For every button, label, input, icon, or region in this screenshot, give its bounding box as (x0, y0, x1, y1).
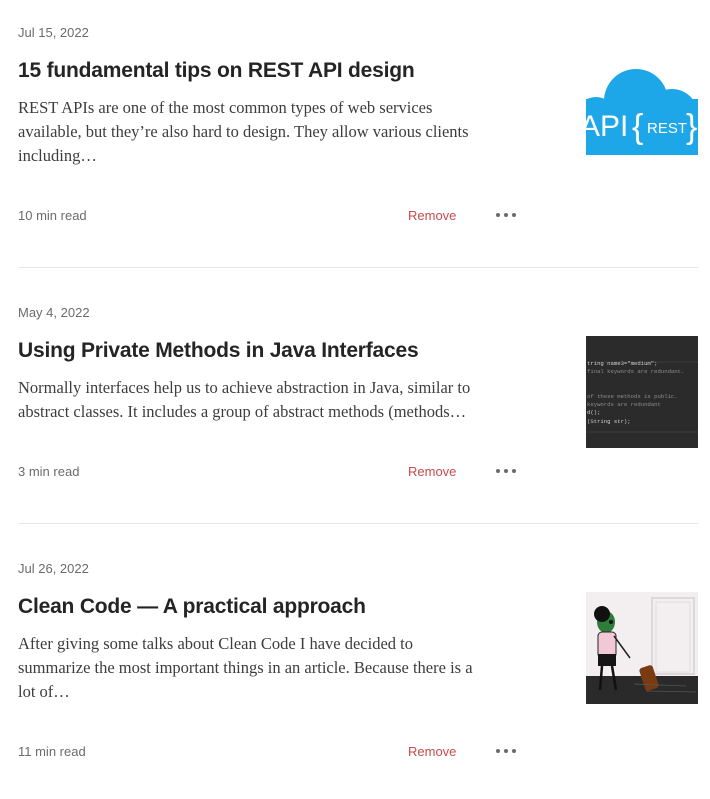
article-thumbnail[interactable] (586, 592, 698, 704)
article-date: Jul 26, 2022 (18, 561, 89, 576)
article-title[interactable]: Clean Code — A practical approach (18, 595, 538, 619)
excerpt-line: abstract classes. It includes a group of… (18, 402, 467, 421)
remove-button[interactable]: Remove (408, 744, 456, 759)
read-time: 11 min read (18, 744, 86, 759)
article-excerpt[interactable]: REST APIs are one of the most common typ… (18, 96, 523, 168)
excerpt-line: Normally interfaces help us to achieve a… (18, 378, 471, 397)
divider (18, 267, 698, 268)
article-thumbnail[interactable]: tring name3="medium"; final keywords are… (586, 336, 698, 448)
code-line: final keywords are redundant. (587, 368, 684, 375)
code-line: (String str); (587, 418, 631, 425)
more-options-icon[interactable] (496, 466, 516, 476)
read-time: 10 min read (18, 208, 87, 223)
more-options-icon[interactable] (496, 746, 516, 756)
article-date: May 4, 2022 (18, 305, 90, 320)
remove-button[interactable]: Remove (408, 464, 456, 479)
rest-api-cloud-image: API { REST } (586, 69, 698, 155)
excerpt-line: including… (18, 146, 97, 165)
clean-code-illustration (586, 592, 698, 704)
code-line: d(); (587, 409, 600, 416)
article-excerpt[interactable]: Normally interfaces help us to achieve a… (18, 376, 523, 424)
excerpt-line: REST APIs are one of the most common typ… (18, 98, 433, 117)
code-line: tring name3="medium"; (587, 360, 658, 367)
article-card: Jul 15, 2022 15 fundamental tips on REST… (18, 0, 698, 268)
excerpt-line: lot of… (18, 682, 70, 701)
read-time: 3 min read (18, 464, 80, 479)
java-code-image: tring name3="medium"; final keywords are… (586, 336, 698, 448)
article-excerpt[interactable]: After giving some talks about Clean Code… (18, 632, 523, 704)
thumb-brace-close: } (686, 108, 697, 146)
excerpt-line: After giving some talks about Clean Code… (18, 634, 413, 653)
excerpt-line: available, but they’re also hard to desi… (18, 122, 469, 141)
article-title[interactable]: 15 fundamental tips on REST API design (18, 59, 538, 83)
article-thumbnail[interactable]: API { REST } (586, 43, 698, 155)
article-card: May 4, 2022 Using Private Methods in Jav… (18, 280, 698, 524)
more-options-icon[interactable] (496, 210, 516, 220)
excerpt-line: summarize the most important things in a… (18, 658, 473, 677)
thumb-api-text: API (586, 110, 628, 143)
thumb-rest-text: REST (647, 120, 687, 137)
thumb-brace-open: { (632, 108, 643, 146)
code-line: of these methods is public. (587, 393, 678, 400)
remove-button[interactable]: Remove (408, 208, 456, 223)
article-date: Jul 15, 2022 (18, 25, 89, 40)
divider (18, 523, 698, 524)
code-line: keywords are redundant (587, 401, 661, 408)
article-card: Jul 26, 2022 Clean Code — A practical ap… (18, 536, 698, 799)
article-title[interactable]: Using Private Methods in Java Interfaces (18, 339, 538, 363)
